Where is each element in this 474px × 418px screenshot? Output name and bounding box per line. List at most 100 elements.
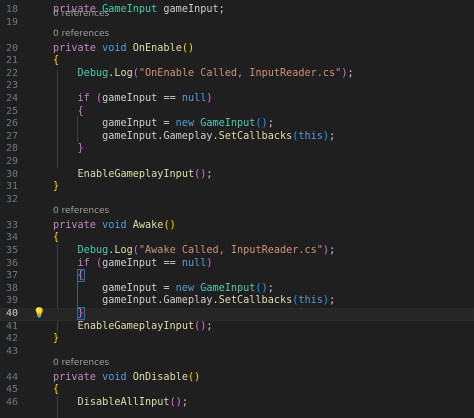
code-token: EnableGameplayInput	[77, 168, 195, 180]
code-line[interactable]: 28 }	[0, 143, 474, 156]
code-text[interactable]: {	[53, 269, 85, 283]
lightbulb-icon[interactable]: 💡	[33, 308, 45, 319]
code-text[interactable]: EnableGameplayInput();	[53, 169, 213, 182]
code-token: ()	[194, 320, 207, 332]
code-line[interactable]: 35 Debug.Log("Awake Called, InputReader.…	[0, 245, 474, 258]
code-text[interactable]: if (gameInput == null)	[53, 258, 213, 271]
line-number: 22	[5, 67, 18, 79]
code-line[interactable]: 18 private GameInput gameInput;	[0, 4, 474, 17]
line-number: 41	[5, 320, 18, 332]
line-number: 44	[5, 371, 18, 383]
code-text[interactable]: gameInput.Gameplay.SetCallbacks(this);	[53, 295, 335, 308]
code-text[interactable]: }	[53, 333, 59, 346]
references-codelens[interactable]: 0 references	[0, 204, 474, 218]
code-line[interactable]: 29	[0, 156, 474, 169]
code-token: Log	[114, 67, 133, 79]
code-line[interactable]: 40 }	[0, 307, 474, 321]
code-token: {	[53, 55, 60, 67]
code-line[interactable]: 23	[0, 80, 474, 93]
code-token: ;	[329, 295, 336, 307]
code-line[interactable]: 44 private void OnDisable()	[0, 372, 474, 385]
code-line[interactable]: 39 gameInput.Gameplay.SetCallbacks(this)…	[0, 295, 474, 308]
code-text[interactable]: {	[53, 55, 59, 68]
code-text[interactable]: private void OnEnable()	[53, 43, 194, 56]
code-text[interactable]: gameInput = new GameInput();	[53, 118, 274, 131]
line-number: 46	[5, 397, 18, 408]
code-token: gameInput.	[53, 295, 164, 307]
code-line[interactable]: 45 {	[0, 384, 474, 397]
code-token: DisableAllInput	[77, 397, 170, 408]
code-text[interactable]: gameInput.Gameplay.SetCallbacks(this);	[53, 131, 335, 144]
code-token: }	[53, 333, 60, 345]
code-token: }	[53, 181, 60, 193]
line-number: 42	[5, 333, 18, 345]
code-text[interactable]: gameInput = new GameInput();	[53, 283, 274, 296]
code-text[interactable]: {	[53, 384, 59, 397]
code-line[interactable]: 27 gameInput.Gameplay.SetCallbacks(this)…	[0, 131, 474, 144]
code-line[interactable]: 21 {	[0, 55, 474, 68]
code-token: new	[175, 282, 195, 294]
code-text[interactable]: private GameInput gameInput;	[53, 4, 225, 17]
code-token: OnEnable	[132, 42, 182, 54]
code-line[interactable]: 26 gameInput = new GameInput();	[0, 118, 474, 131]
code-text[interactable]: {	[53, 106, 84, 119]
code-token: void	[102, 42, 127, 54]
code-editor[interactable]: 0 references 18 private GameInput gameInp…	[0, 0, 474, 418]
code-line[interactable]: 22 Debug.Log("OnEnable Called, InputRead…	[0, 68, 474, 81]
code-token: private	[53, 4, 96, 15]
code-token: OnDisable	[132, 371, 188, 383]
code-token: SetCallbacks	[218, 130, 293, 142]
references-link[interactable]: 0 references	[53, 204, 109, 218]
code-token: {	[53, 232, 60, 244]
code-line[interactable]: 36 if (gameInput == null)	[0, 258, 474, 271]
code-text[interactable]: if (gameInput == null)	[53, 93, 213, 106]
code-token: gameInput;	[157, 4, 225, 15]
code-line[interactable]: 31}	[0, 181, 474, 194]
code-token: Debug	[77, 245, 109, 256]
code-text[interactable]: }	[53, 143, 84, 156]
code-text[interactable]: Debug.Log("Awake Called, InputReader.cs"…	[53, 245, 336, 258]
code-text[interactable]: EnableGameplayInput();	[53, 321, 213, 334]
references-codelens[interactable]: 0 references	[0, 27, 474, 41]
code-token: GameInput	[200, 118, 256, 130]
code-text[interactable]: DisableAllInput();	[53, 397, 188, 410]
code-line[interactable]: 24 if (gameInput == null)	[0, 93, 474, 106]
code-token: private	[53, 219, 96, 231]
code-text[interactable]: private void OnDisable()	[53, 372, 200, 385]
code-text[interactable]: }	[53, 307, 85, 321]
code-text[interactable]: {	[53, 232, 59, 245]
code-line[interactable]: 46 DisableAllInput();	[0, 397, 474, 410]
code-line[interactable]: 20 private void OnEnable()	[0, 43, 474, 56]
line-number: 35	[5, 245, 18, 256]
matched-bracket: {	[76, 269, 85, 283]
code-line[interactable]: 33 private void Awake()	[0, 220, 474, 233]
code-line[interactable]: 42}	[0, 333, 474, 346]
code-token: ;	[267, 118, 274, 130]
code-token: null	[181, 93, 207, 104]
code-token: ;	[329, 130, 336, 142]
code-line[interactable]: 34 {	[0, 232, 474, 245]
code-token: GameInput	[200, 282, 256, 294]
references-codelens[interactable]: 0 references	[0, 356, 474, 370]
code-line[interactable]: 38 gameInput = new GameInput();	[0, 283, 474, 296]
references-link[interactable]: 0 references	[53, 356, 109, 370]
code-text[interactable]: Debug.Log("OnEnable Called, InputReader.…	[53, 68, 354, 81]
code-line[interactable]: 41 EnableGameplayInput();	[0, 321, 474, 334]
code-line[interactable]: 37 {	[0, 269, 474, 283]
code-text[interactable]: }	[53, 181, 59, 194]
code-token: ;	[181, 397, 188, 408]
code-line[interactable]: 30 EnableGameplayInput();	[0, 169, 474, 182]
code-token: )	[206, 93, 213, 104]
code-token: ;	[206, 320, 213, 332]
code-text[interactable]: private void Awake()	[53, 220, 176, 233]
code-token: GameInput	[102, 4, 158, 15]
references-link[interactable]: 0 references	[53, 27, 109, 41]
code-line[interactable]: 25 {	[0, 106, 474, 119]
line-number: 24	[5, 93, 18, 104]
